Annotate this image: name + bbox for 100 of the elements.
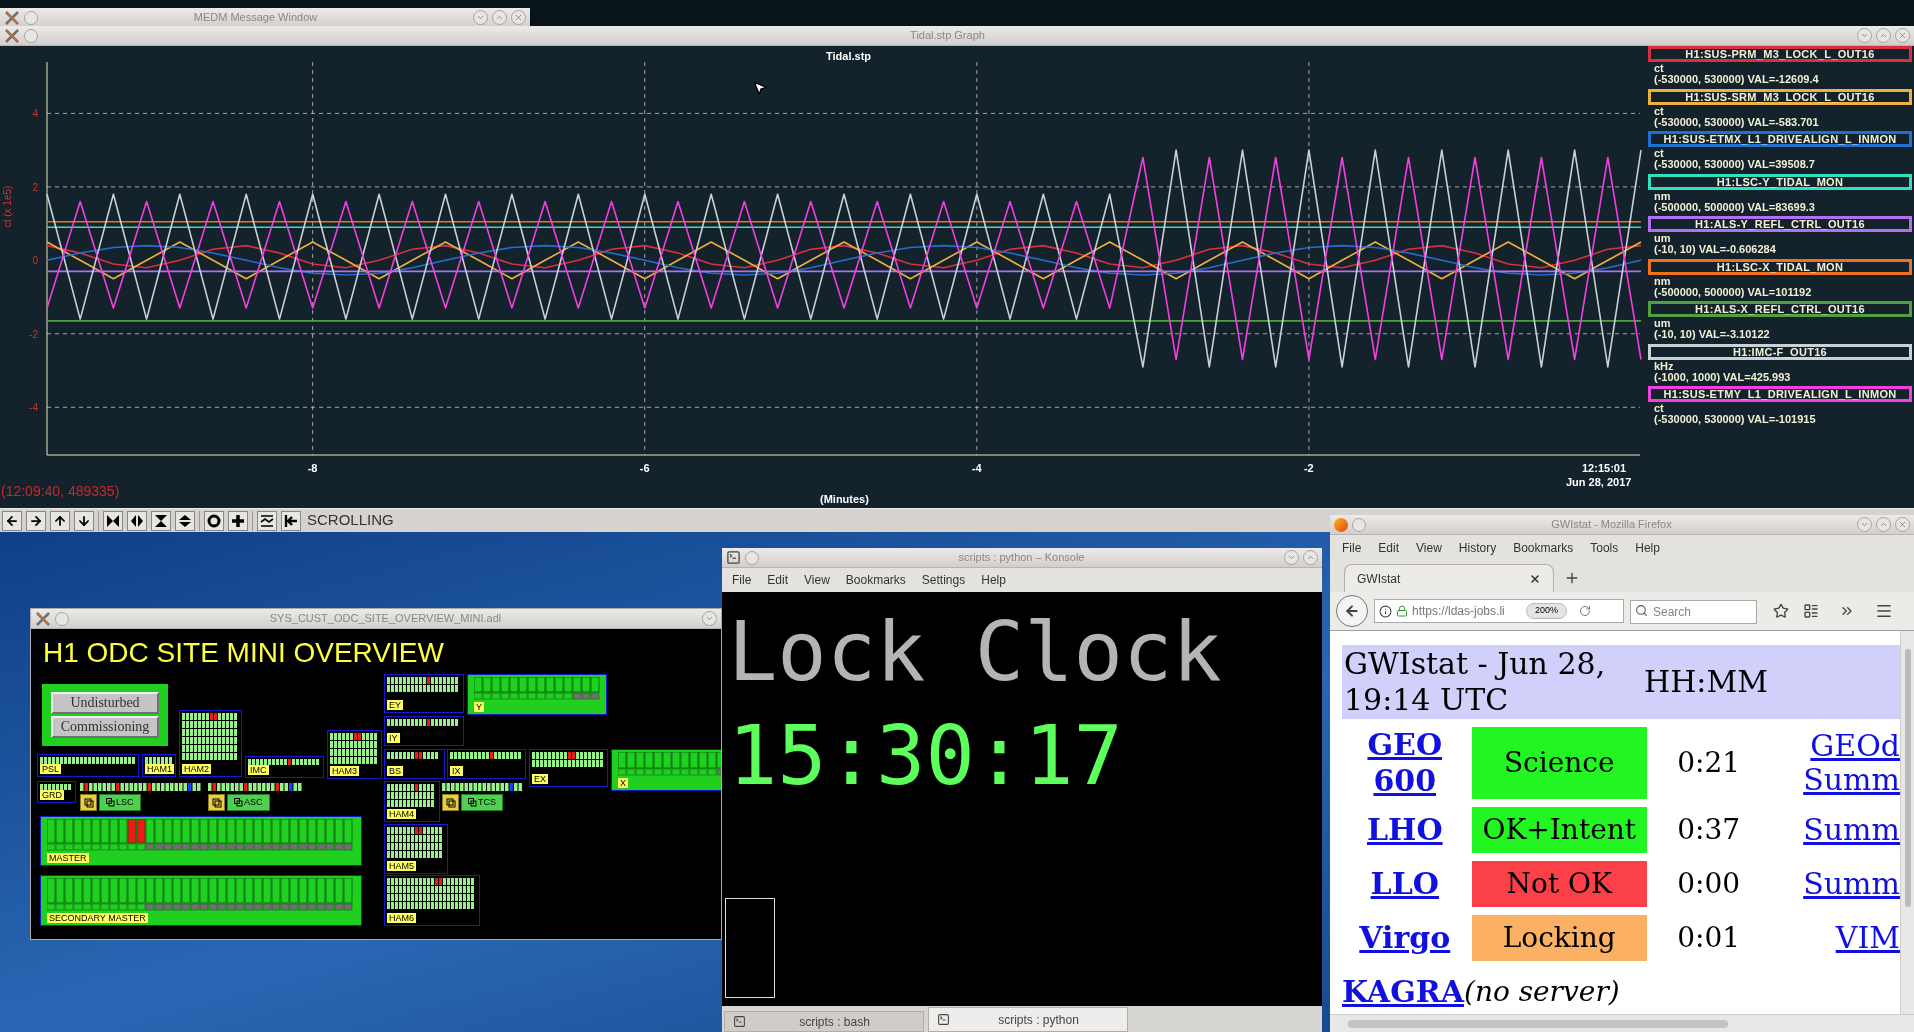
channel-unit: nm (1653, 275, 1672, 287)
channel-range: (-10, 10) VAL=-0.606284 (1653, 244, 1777, 255)
menu-item[interactable]: Settings (921, 571, 966, 589)
toolbar-button[interactable] (50, 510, 70, 531)
terminal-tab[interactable]: scripts : python (928, 1007, 1128, 1032)
toolbar-button[interactable] (204, 510, 224, 531)
block-label: IY (387, 733, 400, 743)
url-text: https://ldas-jobs.li (1412, 603, 1506, 620)
menu-item[interactable]: Bookmarks (1513, 538, 1574, 557)
zoom-level[interactable]: 200% (1526, 603, 1568, 619)
url-field[interactable]: https://ldas-jobs.li 200% (1374, 599, 1624, 623)
menu-item[interactable]: Help (981, 571, 1006, 589)
vertical-scrollbar[interactable] (1900, 631, 1914, 1014)
site-link[interactable]: LLO (1342, 861, 1468, 907)
toolbar-button[interactable] (103, 510, 123, 531)
channel-name: H1:LSC-X_TIDAL_MON (1648, 258, 1912, 275)
block-label: HAM1 (145, 764, 174, 774)
channel-unit: ct (1653, 148, 1665, 159)
site-link[interactable]: Virgo (1342, 915, 1468, 961)
block-label: Y (474, 702, 484, 712)
chevron-up-icon (1306, 553, 1315, 562)
menu-item[interactable]: View (804, 571, 830, 589)
terminal-line: Lock Clock (728, 603, 1223, 701)
copy-button[interactable] (442, 794, 459, 811)
close-button[interactable] (511, 10, 526, 25)
channel-range: (-530000, 530000) VAL=39508.7 (1653, 159, 1816, 170)
window-title: scripts : python – Konsole (957, 550, 1086, 566)
copy-icon (211, 797, 222, 808)
summary-link[interactable]: VIM (1770, 915, 1900, 961)
browser-logo-icon (1334, 517, 1348, 532)
end-date-label: Jun 28, 2017 (1566, 475, 1632, 490)
info-icon (1379, 604, 1392, 618)
toolbar-button[interactable] (175, 510, 195, 531)
menu-item[interactable]: File (1342, 538, 1362, 557)
menu-item[interactable]: Edit (767, 571, 789, 589)
menu-item[interactable]: File (732, 571, 752, 589)
x-tick-label: -2 (1303, 461, 1314, 476)
menu-item[interactable]: History (1458, 538, 1497, 557)
copy-button[interactable] (80, 794, 97, 811)
mode-button[interactable]: Commissioning (51, 716, 159, 738)
toolbar-button[interactable] (74, 510, 94, 531)
subsystem-button[interactable]: LSC (99, 794, 141, 811)
browser-tab[interactable]: GWIstat (1344, 564, 1554, 592)
block-label: GRD (40, 790, 64, 800)
reload-icon[interactable] (1579, 605, 1592, 617)
channel-range: (-10, 10) VAL=-3.10122 (1653, 329, 1771, 340)
site-link[interactable]: LHO (1342, 807, 1468, 853)
subsystem-button[interactable]: TCS (461, 794, 503, 811)
terminal-icon (726, 550, 741, 565)
channel-unit: kHz (1653, 360, 1675, 372)
close-button[interactable] (1895, 517, 1910, 532)
channel-unit: ct (1653, 403, 1665, 414)
window-title: GWIstat - Mozilla Firefox (1550, 517, 1673, 533)
terminal-tab[interactable]: scripts : bash (724, 1011, 924, 1032)
summary-link[interactable]: Summ (1770, 807, 1900, 853)
site-link[interactable]: GEO 600 (1342, 727, 1468, 799)
menu-item[interactable]: Edit (1378, 538, 1400, 557)
menu-item[interactable]: Bookmarks (845, 571, 906, 589)
bowtie-icon (106, 513, 120, 528)
horizontal-scrollbar[interactable] (1330, 1014, 1914, 1032)
time-cell-text: 0:21 (1676, 745, 1742, 781)
bookmark-star-icon[interactable] (1773, 603, 1789, 619)
summary-link[interactable]: GEOd Summ (1770, 727, 1900, 799)
close-button[interactable] (1895, 28, 1910, 43)
toolbar-button[interactable] (26, 510, 46, 531)
toolbar-button[interactable] (228, 510, 248, 531)
site-link[interactable]: KAGRA (1342, 969, 1464, 1014)
subsystem-button[interactable]: ASC (227, 794, 270, 811)
mode-button[interactable]: Undisturbed (51, 692, 159, 714)
back-button[interactable] (1336, 595, 1368, 627)
close-icon (1898, 520, 1907, 529)
circle-icon (207, 513, 221, 528)
diamond-split-icon (130, 513, 144, 528)
search-field[interactable]: Search (1630, 600, 1757, 624)
wave-lines-icon (260, 513, 274, 528)
channel-range: (-530000, 530000) VAL=-12609.4 (1653, 74, 1820, 85)
toolbar-button[interactable] (127, 510, 147, 531)
block-label: PSL (40, 764, 61, 774)
toolbar-button[interactable] (151, 510, 171, 531)
chevron-up-icon (1879, 520, 1888, 529)
menu-icon[interactable] (1875, 602, 1893, 620)
block-label: BS (387, 766, 403, 776)
time-cell-text: 0:00 (1676, 866, 1742, 902)
toolbar-button[interactable] (281, 510, 301, 531)
block-label: HAM5 (387, 861, 416, 871)
menu-item[interactable]: Help (1635, 538, 1660, 557)
chart-title: Tidal.stp (826, 49, 872, 64)
summary-link[interactable]: Summ (1770, 861, 1900, 907)
block-label: HAM3 (330, 766, 359, 776)
toolbar-button[interactable] (2, 510, 22, 531)
channel-range: (-500000, 500000) VAL=83699.3 (1653, 201, 1816, 213)
close-icon[interactable] (1529, 572, 1541, 585)
menu-item[interactable]: Tools (1590, 538, 1619, 557)
new-tab-icon[interactable] (1564, 570, 1580, 586)
up-down-icon (178, 513, 192, 528)
toolbar-button[interactable] (257, 510, 277, 531)
menu-item[interactable]: View (1416, 538, 1442, 557)
library-icon[interactable] (1803, 603, 1819, 619)
channel-name: H1:IMC-F_OUT16 (1648, 343, 1912, 360)
copy-button[interactable] (208, 794, 225, 811)
